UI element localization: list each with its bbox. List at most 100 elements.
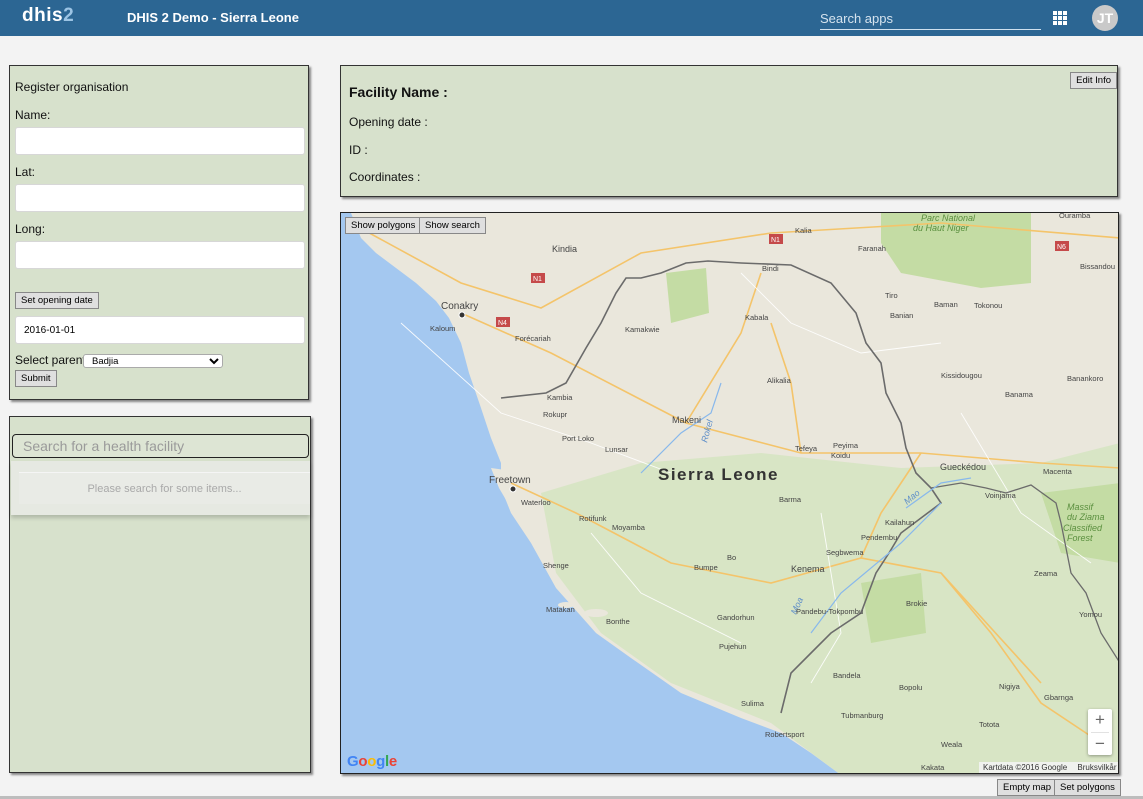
city-label-peyima: Peyima	[833, 441, 859, 450]
empty-map-button[interactable]: Empty map	[997, 779, 1058, 796]
edit-info-button[interactable]: Edit Info	[1070, 72, 1117, 89]
empty-results-message: Please search for some items...	[19, 472, 310, 504]
city-label-kabala: Kabala	[745, 313, 769, 322]
city-label-gueckedou: Gueckédou	[940, 462, 986, 472]
city-label-koidu: Koidu	[831, 451, 850, 460]
city-label-macenta: Macenta	[1043, 467, 1073, 476]
show-search-button[interactable]: Show search	[419, 217, 486, 234]
apps-grid-icon[interactable]	[1053, 11, 1067, 25]
register-heading: Register organisation	[15, 80, 129, 94]
show-polygons-button[interactable]: Show polygons	[345, 217, 422, 234]
region-label-park-1: Parc National	[921, 213, 976, 223]
parent-select[interactable]: Badjia	[83, 354, 223, 368]
set-opening-date-button[interactable]: Set opening date	[15, 292, 99, 309]
map-view[interactable]: N1 N4 N1 N6 Sierra Leone Parc National d…	[340, 212, 1119, 774]
id-label: ID :	[349, 143, 368, 157]
city-label-matakan: Matakan	[546, 605, 575, 614]
city-label-forecariah: Forécariah	[515, 334, 551, 343]
city-label-lunsar: Lunsar	[605, 445, 628, 454]
lat-label: Lat:	[15, 165, 36, 179]
city-label-kailahun: Kailahun	[885, 518, 914, 527]
register-organisation-panel: Register organisation Name: Lat: Long: S…	[9, 65, 309, 400]
city-label-bandela: Bandela	[833, 671, 861, 680]
city-label-nigiya: Nigiya	[999, 682, 1021, 691]
user-avatar[interactable]: JT	[1092, 5, 1118, 31]
city-label-banankoro: Banankoro	[1067, 374, 1103, 383]
search-results-area: Please search for some items...	[11, 461, 310, 515]
city-label-waterloo: Waterloo	[521, 498, 551, 507]
city-label-freetown: Freetown	[489, 475, 531, 486]
city-label-port-loko: Port Loko	[562, 434, 594, 443]
logo-suffix: 2	[63, 5, 75, 26]
road-label-n1-east: N1	[771, 237, 780, 244]
city-label-segbwema: Segbwema	[826, 548, 864, 557]
lat-input[interactable]	[15, 184, 305, 212]
city-label-pendembu: Pendembu	[861, 533, 897, 542]
set-polygons-button[interactable]: Set polygons	[1054, 779, 1121, 796]
zoom-in-button[interactable]: +	[1088, 709, 1112, 732]
city-label-bindi: Bindi	[762, 264, 779, 273]
city-dot-freetown	[509, 485, 517, 493]
city-label-kaloum: Kaloum	[430, 324, 455, 333]
city-label-voinjama: Voinjama	[985, 491, 1017, 500]
city-label-bumpe: Bumpe	[694, 563, 718, 572]
region-label-massif-3: Classified	[1063, 523, 1103, 533]
facility-search-input[interactable]	[12, 434, 309, 458]
long-input[interactable]	[15, 241, 305, 269]
dhis2-logo[interactable]: dhis2	[22, 5, 74, 29]
country-label: Sierra Leone	[658, 465, 779, 484]
city-label-makeni: Makeni	[672, 415, 701, 425]
opening-date-label: Opening date :	[349, 115, 428, 129]
region-label-massif-2: du Ziama	[1067, 512, 1105, 522]
city-label-alikalia: Alikalia	[767, 376, 792, 385]
region-label-park-2: du Haut Niger	[913, 223, 970, 233]
map-canvas[interactable]: N1 N4 N1 N6 Sierra Leone Parc National d…	[341, 213, 1119, 774]
city-label-pandebu-tokpombu: Pandebu-Tokpombu	[796, 607, 863, 616]
region-label-massif-1: Massif	[1067, 502, 1095, 512]
city-label-pujehun: Pujehun	[719, 642, 747, 651]
city-label-bopolu: Bopolu	[899, 683, 922, 692]
facility-search-panel: Please search for some items...	[9, 416, 311, 773]
city-dot-conakry	[458, 311, 466, 319]
select-parent-label: Select parent :	[15, 353, 93, 367]
city-label-kakata: Kakata	[921, 763, 945, 772]
city-label-kambia: Kambia	[547, 393, 573, 402]
city-label-robertsport: Robertsport	[765, 730, 805, 739]
park-area-south	[861, 573, 926, 643]
city-label-shenge: Shenge	[543, 561, 569, 570]
city-label-tefeya: Tefeya	[795, 444, 818, 453]
logo-text: dhis	[22, 5, 64, 26]
terms-link[interactable]: Bruksvilkår	[1077, 763, 1116, 772]
search-apps-input[interactable]	[820, 8, 1041, 30]
map-data-credit: Kartdata ©2016 Google	[983, 763, 1068, 772]
zoom-control: + −	[1088, 709, 1112, 755]
city-label-tubmanburg: Tubmanburg	[841, 711, 883, 720]
google-logo[interactable]: Google	[347, 753, 397, 770]
city-label-kenema: Kenema	[791, 564, 825, 574]
name-input[interactable]	[15, 127, 305, 155]
city-label-tokonou: Tokonou	[974, 301, 1002, 310]
map-attribution: Kartdata ©2016 Google Bruksvilkår	[979, 762, 1118, 773]
city-label-faranah: Faranah	[858, 244, 886, 253]
city-label-gbarnga: Gbarnga	[1044, 693, 1074, 702]
zoom-out-button[interactable]: −	[1088, 733, 1112, 756]
city-label-kindia: Kindia	[552, 244, 577, 254]
city-label-rotifunk: Rotifunk	[579, 514, 607, 523]
city-label-barma: Barma	[779, 495, 802, 504]
long-label: Long:	[15, 222, 46, 236]
city-label-kalia: Kalia	[795, 226, 813, 235]
opening-date-input[interactable]	[15, 316, 305, 344]
submit-button[interactable]: Submit	[15, 370, 57, 387]
facility-name-label: Facility Name :	[349, 84, 448, 100]
city-label-kissidougou: Kissidougou	[941, 371, 982, 380]
city-label-brokie: Brokie	[906, 599, 927, 608]
road-label-n6: N6	[1057, 244, 1066, 251]
city-label-baman: Baman	[934, 300, 958, 309]
city-label-gandorhun: Gandorhun	[717, 613, 755, 622]
city-label-weala: Weala	[941, 740, 963, 749]
city-label-banian: Banian	[890, 311, 913, 320]
city-label-kamakwie: Kamakwie	[625, 325, 660, 334]
top-bar: dhis2 DHIS 2 Demo - Sierra Leone JT	[0, 0, 1143, 36]
city-label-ouramba: Ouramba	[1059, 213, 1091, 220]
city-label-rokupr: Rokupr	[543, 410, 568, 419]
